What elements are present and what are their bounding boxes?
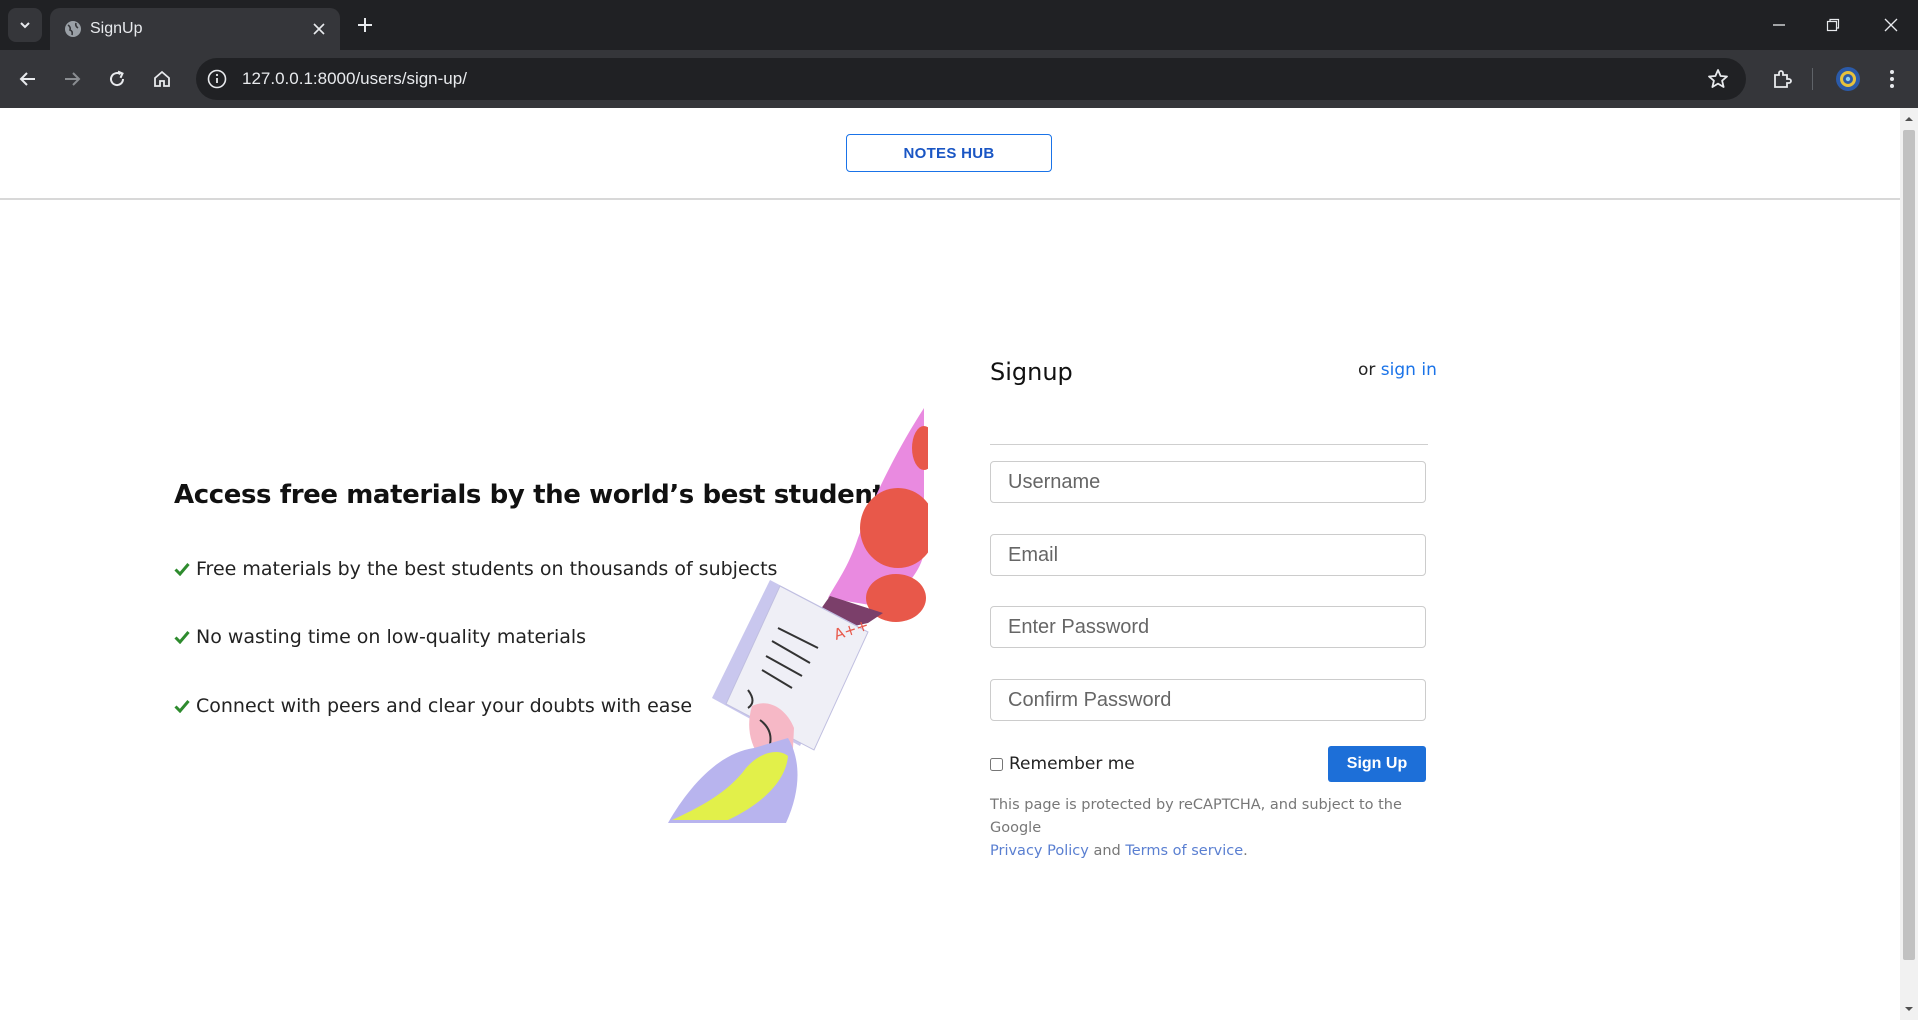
username-input[interactable] — [990, 461, 1426, 503]
period-text: . — [1243, 843, 1248, 859]
feature-item: Connect with peers and clear your doubts… — [174, 695, 692, 717]
remember-me-label: Remember me — [1009, 754, 1135, 774]
plus-icon — [358, 18, 372, 32]
scroll-up-arrow-icon[interactable] — [1904, 114, 1914, 124]
browser-tab-strip: SignUp — [0, 0, 1918, 50]
brand-button[interactable]: NOTES HUB — [846, 134, 1052, 172]
profile-button[interactable] — [1832, 63, 1864, 95]
url-text[interactable]: 127.0.0.1:8000/users/sign-up/ — [242, 69, 467, 89]
kebab-menu-icon — [1890, 70, 1894, 88]
new-tab-button[interactable] — [352, 12, 378, 38]
profile-avatar-icon — [1836, 67, 1860, 91]
confirm-password-input[interactable] — [990, 679, 1426, 721]
tab-list-button[interactable] — [8, 8, 42, 42]
hands-passing-paper-illustration: A++ — [668, 408, 928, 823]
restore-button[interactable] — [1816, 10, 1850, 40]
browser-toolbar: 127.0.0.1:8000/users/sign-up/ — [0, 50, 1918, 108]
forward-button[interactable] — [56, 63, 88, 95]
globe-icon — [65, 21, 81, 37]
privacy-policy-link[interactable]: Privacy Policy — [990, 843, 1089, 859]
recaptcha-text: This page is protected by reCAPTCHA, and… — [990, 797, 1402, 836]
terms-of-service-link[interactable]: Terms of service — [1125, 843, 1243, 859]
email-input[interactable] — [990, 534, 1426, 576]
window-close-icon — [1884, 18, 1898, 32]
feature-text: No wasting time on low-quality materials — [196, 626, 587, 648]
star-icon[interactable] — [1706, 67, 1730, 91]
check-icon — [174, 563, 190, 576]
feature-item: No wasting time on low-quality materials — [174, 626, 586, 648]
signin-link[interactable]: sign in — [1381, 360, 1437, 380]
extensions-icon — [1774, 70, 1792, 88]
password-input[interactable] — [990, 606, 1426, 648]
tab-list-icon — [20, 22, 30, 29]
back-icon — [19, 72, 35, 86]
address-bar[interactable]: 127.0.0.1:8000/users/sign-up/ — [196, 58, 1746, 100]
close-icon — [313, 23, 325, 35]
reload-icon — [110, 70, 125, 87]
form-divider — [990, 444, 1428, 445]
remember-me-checkbox[interactable] — [990, 757, 1003, 771]
toolbar-divider — [1812, 68, 1813, 90]
signin-prompt: or sign in — [1358, 360, 1437, 380]
sign-up-button[interactable]: Sign Up — [1328, 746, 1426, 782]
browser-menu-button[interactable] — [1876, 63, 1908, 95]
home-icon — [154, 70, 170, 87]
minimize-icon — [1773, 24, 1785, 26]
forward-icon — [65, 72, 81, 86]
scroll-down-arrow-icon[interactable] — [1904, 1004, 1914, 1014]
home-button[interactable] — [146, 63, 178, 95]
window-close-button[interactable] — [1874, 10, 1908, 40]
extensions-button[interactable] — [1766, 63, 1798, 95]
feature-text: Connect with peers and clear your doubts… — [196, 695, 693, 717]
reload-button[interactable] — [101, 63, 133, 95]
check-icon — [174, 631, 190, 644]
page-scrollbar[interactable] — [1900, 108, 1918, 1020]
page-viewport: NOTES HUB Access free materials by the w… — [0, 108, 1900, 1020]
tab-close-button[interactable] — [308, 18, 330, 40]
or-text: or — [1358, 360, 1376, 380]
tab-title: SignUp — [90, 20, 143, 37]
restore-icon — [1826, 18, 1840, 32]
back-button[interactable] — [12, 63, 44, 95]
site-info-icon[interactable] — [206, 68, 228, 90]
form-title: Signup — [990, 358, 1073, 386]
scrollbar-thumb[interactable] — [1903, 130, 1915, 960]
remember-me[interactable]: Remember me — [990, 754, 1135, 774]
minimize-button[interactable] — [1762, 10, 1796, 40]
and-text: and — [1093, 843, 1121, 859]
recaptcha-notice: This page is protected by reCAPTCHA, and… — [990, 794, 1440, 863]
browser-tab[interactable]: SignUp — [50, 8, 340, 50]
check-icon — [174, 700, 190, 713]
site-header: NOTES HUB — [0, 108, 1900, 200]
